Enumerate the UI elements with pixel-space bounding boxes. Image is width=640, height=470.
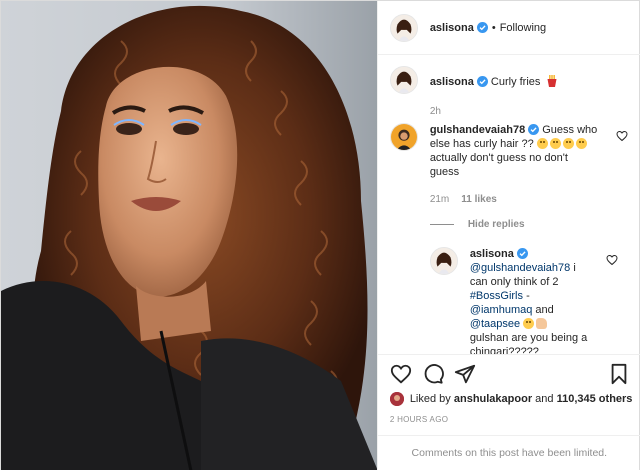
comment-like-heart-icon[interactable]: [616, 130, 628, 142]
following-button[interactable]: Following: [500, 22, 546, 34]
verified-badge-icon: [476, 22, 488, 33]
likes-and: and: [535, 393, 554, 405]
reply-like-heart-icon[interactable]: [606, 254, 618, 266]
commenter-username[interactable]: gulshandevaiah78: [430, 124, 525, 136]
liker-avatar[interactable]: [389, 392, 404, 406]
reply-hashtag[interactable]: #BossGirls: [470, 290, 523, 302]
likes-count[interactable]: 110,345 others: [557, 393, 633, 405]
caption-avatar[interactable]: [389, 66, 418, 94]
post-header: aslisona • Following: [377, 1, 640, 55]
bookmark-icon[interactable]: [608, 363, 630, 385]
author-username[interactable]: aslisona: [430, 22, 474, 34]
hide-replies-button[interactable]: Hide replies: [429, 219, 525, 230]
reply-mention-taapsee[interactable]: @taapsee: [470, 318, 520, 330]
reply-text-dash: -: [526, 290, 530, 302]
portrait-image: [1, 1, 377, 470]
action-icon-row: [390, 363, 630, 387]
post-timestamp[interactable]: 2 HOURS AGO: [390, 415, 448, 424]
verified-badge-icon: [528, 124, 540, 135]
fries-emoji-icon: [547, 75, 557, 87]
verified-badge-icon: [516, 248, 528, 259]
caption-text: Curly fries: [490, 76, 541, 88]
caption-time: 2h: [429, 106, 441, 117]
comment-text-cont: actually don't guess no don't guess: [429, 152, 568, 178]
comment-time: 21m: [429, 194, 450, 205]
reply-mention-user[interactable]: @gulshandevaiah78: [470, 262, 570, 274]
caption-username[interactable]: aslisona: [430, 76, 474, 88]
reply-username[interactable]: aslisona: [470, 248, 514, 260]
share-icon[interactable]: [454, 363, 476, 385]
instagram-post: aslisona • Following aslisona Curly frie…: [0, 0, 640, 470]
author-avatar[interactable]: [389, 13, 418, 42]
verified-badge-icon: [476, 76, 488, 87]
divider-line: [429, 224, 454, 225]
hide-replies-label[interactable]: Hide replies: [468, 219, 525, 230]
comment-body: gulshandevaiah78 Guess who else has curl…: [430, 123, 600, 179]
reply-avatar[interactable]: [429, 247, 458, 275]
comment-icon[interactable]: [422, 363, 444, 385]
grin-emoji-icon: [549, 138, 561, 149]
reply-text-end: gulshan are you being a chingari?????: [469, 332, 588, 354]
likes-summary: Liked by anshulakapoor and 110,345 other…: [389, 392, 633, 406]
heart-icon[interactable]: [390, 363, 412, 385]
reply-text-and: and: [535, 304, 554, 316]
grin-emoji-icon: [562, 138, 574, 149]
grin-emoji-icon: [575, 138, 587, 149]
comment-likes[interactable]: 11 likes: [461, 194, 497, 205]
reply-mention-huma[interactable]: @iamhumaq: [470, 304, 533, 316]
liker-username[interactable]: anshulakapoor: [454, 393, 532, 405]
post-side-panel: aslisona • Following aslisona Curly frie…: [376, 1, 640, 470]
reply-body: aslisona @gulshandevaiah78 i can only th…: [470, 247, 588, 354]
fist-emoji-icon: [536, 318, 548, 329]
post-photo[interactable]: [1, 1, 377, 470]
grin-emoji-icon: [536, 138, 548, 149]
sweat-smile-emoji-icon: [523, 318, 535, 329]
likes-prefix: Liked by: [409, 393, 451, 405]
commenter-avatar[interactable]: [389, 123, 418, 151]
separator-dot: •: [491, 21, 496, 34]
post-actions: Liked by anshulakapoor and 110,345 other…: [377, 354, 640, 424]
comments-limited-notice: Comments on this post have been limited.: [377, 435, 640, 470]
comments-section[interactable]: aslisona Curly fries 2h gulshandevaiah78…: [378, 56, 640, 354]
comment-meta: 21m 11 likes: [430, 194, 497, 205]
